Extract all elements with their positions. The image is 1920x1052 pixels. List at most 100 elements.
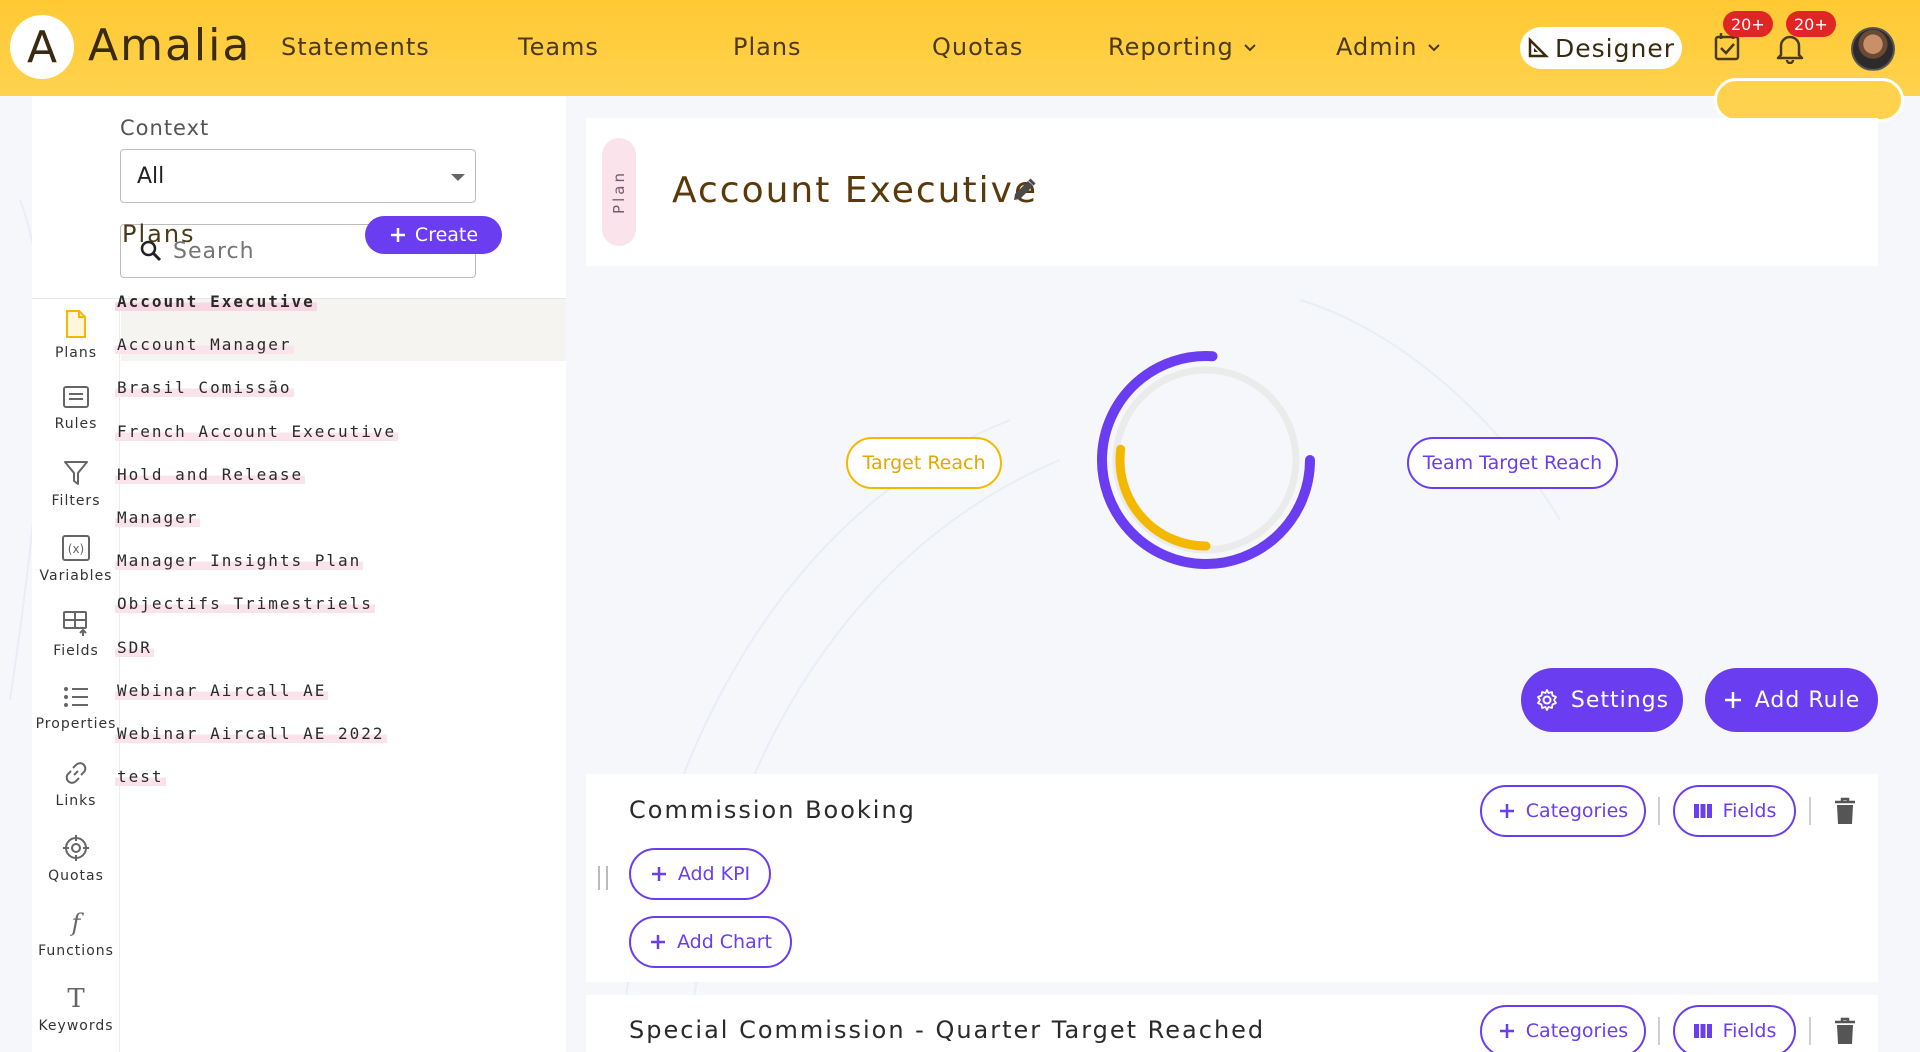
fields-button[interactable]: Fields [1673,785,1796,837]
pencil-icon[interactable] [1010,176,1038,204]
plan-list-item[interactable]: Hold and Release [115,465,306,484]
rail-item-links[interactable]: Links [32,759,120,809]
rail-label: Properties [35,716,117,732]
file-icon [66,310,86,338]
add-kpi-label: Add KPI [677,863,751,885]
link-icon [65,762,87,784]
nav-plans[interactable]: Plans [733,33,802,61]
plan-tag-label: Plan [610,170,629,214]
separator [1658,797,1660,825]
plus-icon [651,867,666,881]
chevron-down-icon [1427,44,1440,52]
plan-list-item[interactable]: Account Manager [115,335,294,354]
rail-label: Rules [54,416,98,432]
separator [1809,1017,1811,1045]
categories-label: Categories [1525,800,1629,822]
team-target-reach-button[interactable]: Team Target Reach [1407,437,1618,489]
rule-title: Special Commission - Quarter Target Reac… [629,1016,1266,1044]
separator [1658,1017,1660,1045]
designer-label: Designer [1555,33,1675,63]
nav-statements[interactable]: Statements [281,33,430,61]
nav-teams[interactable]: Teams [518,33,599,61]
plan-list-item[interactable]: Account Executive [115,292,317,311]
plans-panel-title: Plans [122,220,196,248]
categories-button[interactable]: Categories [1480,1005,1646,1052]
function-icon: f [70,909,85,937]
rail-item-fields[interactable]: Fields [32,609,120,659]
plan-list-item[interactable]: Webinar Aircall AE [115,681,329,700]
list-icon [64,687,88,707]
trash-icon[interactable] [1832,796,1858,826]
rail-item-quotas[interactable]: Quotas [32,834,120,884]
rail-item-rules[interactable]: Rules [32,384,120,432]
context-label: Context [120,116,210,140]
target-reach-button[interactable]: Target Reach [846,437,1002,489]
plus-icon [650,935,665,949]
dropdown-caret-icon [451,174,465,181]
chevron-down-icon [1243,44,1256,52]
context-value: All [137,163,165,189]
plan-tag: Plan [602,138,636,246]
rail-item-variables[interactable]: (x) Variables [32,534,120,584]
plan-list-item[interactable]: Manager Insights Plan [115,551,364,570]
profile-menu-pill[interactable] [1714,78,1904,122]
add-kpi-button[interactable]: Add KPI [629,848,771,900]
tasks-badge: 20+ [1723,11,1773,37]
separator [1809,797,1811,825]
set-square-icon [1528,37,1549,58]
rail-item-properties[interactable]: Properties [32,684,120,732]
plan-list-item[interactable]: test [115,767,166,786]
target-icon [63,835,89,861]
rail-item-functions[interactable]: f Functions [32,909,120,959]
add-rule-button[interactable]: Add Rule [1705,668,1878,732]
filter-icon [64,461,88,485]
rail-label: Plans [54,345,98,361]
plan-list-item[interactable]: Objectifs Trimestriels [115,594,375,613]
plan-list-item[interactable]: French Account Executive [115,422,399,441]
fields-label: Fields [1722,1020,1777,1042]
plan-list-item[interactable]: Webinar Aircall AE 2022 [115,724,387,743]
designer-button[interactable]: Designer [1520,27,1682,69]
svg-text:T: T [67,984,85,1012]
fields-label: Fields [1722,800,1777,822]
gear-icon [1536,689,1557,711]
context-select[interactable]: All [120,149,476,203]
create-plan-button[interactable]: Create [365,216,502,254]
columns-icon [1693,1024,1712,1038]
fields-button[interactable]: Fields [1673,1005,1796,1052]
rail-label: Functions [38,943,114,959]
plan-list-item[interactable]: Brasil Comissão [115,378,294,397]
plus-icon [1499,1024,1514,1038]
plan-list-item[interactable]: SDR [115,638,154,657]
user-avatar[interactable] [1851,27,1895,71]
designer-rail: Plans Rules Filters (x) Variables Fields… [32,299,120,1052]
nav-admin-label: Admin [1336,33,1418,61]
plan-list-item[interactable]: Manager [115,508,201,527]
svg-text:f: f [70,909,85,937]
add-chart-button[interactable]: Add Chart [629,916,792,968]
trash-icon[interactable] [1832,1016,1858,1046]
rule-title: Commission Booking [629,796,916,824]
categories-button[interactable]: Categories [1480,785,1646,837]
rail-item-filters[interactable]: Filters [32,459,120,509]
settings-button[interactable]: Settings [1521,668,1683,732]
rail-label: Links [55,793,97,809]
plus-icon [1724,692,1741,708]
variable-icon: (x) [62,535,90,561]
rail-item-plans[interactable]: Plans [32,309,120,361]
plus-icon [390,228,405,242]
drag-handle-icon[interactable] [598,866,608,890]
svg-text:(x): (x) [68,542,84,556]
rail-label: Variables [39,568,113,584]
rules-icon [63,386,89,408]
add-rule-label: Add Rule [1754,687,1861,713]
brand-name[interactable]: Amalia [88,20,251,71]
plus-icon [1499,804,1514,818]
nav-admin[interactable]: Admin [1336,33,1442,61]
create-label: Create [414,224,479,246]
logo-mark[interactable]: A [10,15,74,79]
nav-quotas[interactable]: Quotas [932,33,1023,61]
rail-item-keywords[interactable]: T Keywords [32,984,120,1034]
nav-reporting[interactable]: Reporting [1108,33,1258,61]
settings-label: Settings [1570,687,1670,713]
